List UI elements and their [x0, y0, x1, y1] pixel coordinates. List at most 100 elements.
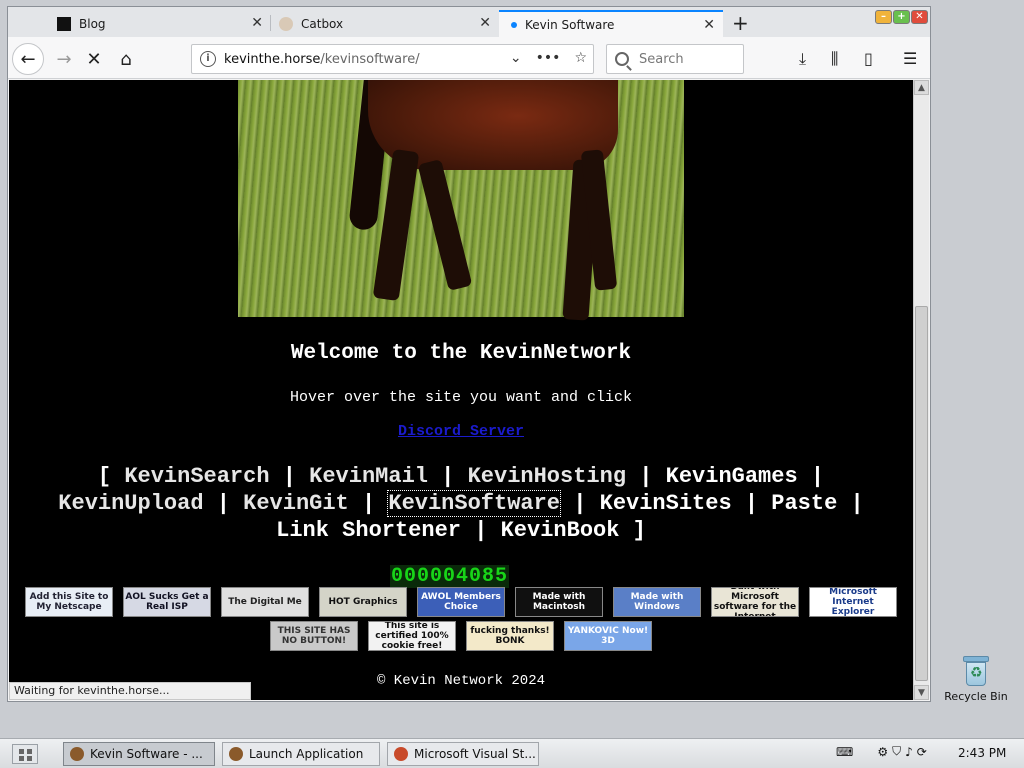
stop-x-icon: ✕	[86, 48, 102, 70]
badge-row-1: Add this Site to My Netscape AOL Sucks G…	[25, 587, 897, 618]
navigation-toolbar: ← → ✕ ⌂ i kevinthe.horse/kevinsoftware/ …	[8, 37, 930, 79]
home-button[interactable]: ⌂	[112, 45, 140, 73]
update-icon[interactable]: ⟳	[917, 745, 927, 759]
scroll-thumb[interactable]	[915, 306, 928, 681]
link-paste[interactable]: Paste	[771, 491, 837, 516]
taskbar-item-label: Launch Application	[249, 747, 364, 761]
blog-favicon-icon	[57, 16, 71, 31]
badge-no-button[interactable]: THIS SITE HAS NO BUTTON!	[270, 621, 358, 651]
discord-server-link[interactable]: Discord Server	[398, 423, 524, 440]
stop-button[interactable]: ✕	[80, 45, 108, 73]
new-tab-button[interactable]: +	[732, 11, 749, 35]
badge-awol[interactable]: AWOL Members Choice	[417, 587, 505, 617]
horse-app-icon	[70, 747, 84, 761]
minimize-button[interactable]: –	[875, 10, 892, 24]
badge-microsoft[interactable]: Built with Microsoft software for the In…	[711, 587, 799, 617]
link-kevinsites[interactable]: KevinSites	[600, 491, 732, 516]
maximize-button[interactable]: +	[893, 10, 910, 24]
chevron-down-icon[interactable]: ⌄	[510, 50, 522, 66]
visual-studio-icon	[394, 747, 408, 761]
recycle-bin-label: Recycle Bin	[944, 690, 1008, 703]
tab-blog[interactable]: Blog ✕	[49, 10, 271, 37]
badge-aol-sucks[interactable]: AOL Sucks Get a Real ISP	[123, 587, 211, 617]
download-icon[interactable]: ⤓	[799, 49, 806, 69]
horse-app-icon	[229, 747, 243, 761]
tab-strip: Blog ✕ Catbox ✕ Kevin Software ✕ + – + ✕	[8, 7, 930, 37]
scroll-down-icon[interactable]: ▼	[914, 685, 929, 700]
search-input[interactable]: Search	[606, 44, 744, 74]
cat-favicon-icon	[279, 16, 293, 31]
close-icon[interactable]: ✕	[479, 15, 491, 31]
tab-label: Blog	[79, 16, 106, 31]
volume-icon[interactable]: ♪	[905, 745, 913, 759]
link-kevinhosting[interactable]: KevinHosting	[468, 464, 626, 489]
taskbar-item-launch-application[interactable]: Launch Application	[222, 742, 380, 766]
taskbar-item-label: Kevin Software - ...	[90, 747, 203, 761]
close-window-button[interactable]: ✕	[911, 10, 928, 24]
library-icon[interactable]: ⫼	[831, 49, 838, 69]
link-kevinsoftware[interactable]: KevinSoftware	[387, 490, 562, 517]
close-icon[interactable]: ✕	[251, 15, 263, 31]
taskbar-item-label: Microsoft Visual St...	[414, 747, 536, 761]
search-icon	[615, 52, 629, 66]
site-info-icon[interactable]: i	[200, 51, 216, 67]
recycle-bin-shortcut[interactable]: Recycle Bin	[938, 656, 1014, 703]
badge-hot-graphics[interactable]: HOT Graphics	[319, 587, 407, 617]
badge-row-2: THIS SITE HAS NO BUTTON! This site is ce…	[270, 621, 652, 652]
page-actions-icon[interactable]: •••	[536, 50, 561, 66]
taskbar-item-kevin-software[interactable]: Kevin Software - ...	[63, 742, 215, 766]
badge-windows[interactable]: Made with Windows	[613, 587, 701, 617]
tab-kevin-software[interactable]: Kevin Software ✕	[499, 10, 723, 37]
badge-netscape[interactable]: Add this Site to My Netscape	[25, 587, 113, 617]
taskbar: Kevin Software - ... Launch Application …	[0, 738, 1024, 768]
tab-label: Catbox	[301, 16, 344, 31]
clock: 2:43 PM	[958, 746, 1007, 760]
window-controls: – + ✕	[875, 10, 928, 24]
tab-label: Kevin Software	[525, 17, 615, 32]
forward-button[interactable]: →	[50, 45, 78, 73]
taskbar-item-visual-studio[interactable]: Microsoft Visual St...	[387, 742, 539, 766]
arrow-right-icon: →	[56, 48, 72, 70]
link-kevinmail[interactable]: KevinMail	[309, 464, 428, 489]
menu-icon[interactable]: ☰	[903, 49, 917, 68]
back-button[interactable]: ←	[12, 43, 44, 75]
status-bar: Waiting for kevinthe.horse...	[9, 682, 251, 700]
site-links: [ KevinSearch | KevinMail | KevinHosting…	[58, 464, 864, 543]
search-placeholder: Search	[639, 51, 684, 67]
badge-cookie-free[interactable]: This site is certified 100% cookie free!	[368, 621, 456, 651]
bookmark-star-icon[interactable]: ☆	[574, 50, 587, 66]
url-bar[interactable]: i kevinthe.horse/kevinsoftware/ ⌄ ••• ☆	[191, 44, 594, 74]
recycle-bin-icon	[963, 656, 989, 686]
shield-icon[interactable]: ⛉	[892, 744, 901, 759]
browser-window: Blog ✕ Catbox ✕ Kevin Software ✕ + – + ✕…	[7, 6, 931, 702]
badge-yankovic[interactable]: YANKOVIC Now! 3D	[564, 621, 652, 651]
hover-instructions: Hover over the site you want and click	[289, 389, 633, 406]
close-icon[interactable]: ✕	[703, 17, 715, 33]
link-kevinsearch[interactable]: KevinSearch	[124, 464, 269, 489]
badge-digital-me[interactable]: The Digital Me	[221, 587, 309, 617]
url-path: /kevinsoftware/	[320, 51, 420, 67]
vertical-scrollbar[interactable]: ▲ ▼	[913, 80, 929, 700]
hit-counter: 000004085	[390, 565, 510, 588]
tab-catbox[interactable]: Catbox ✕	[271, 10, 499, 37]
system-tray: ⌨ ⚙ ⛉ ♪ ⟳	[836, 744, 927, 759]
badge-thanks[interactable]: fucking thanks! BONK	[466, 621, 554, 651]
link-kevinbook[interactable]: KevinBook	[501, 518, 620, 543]
arrow-left-icon: ←	[20, 48, 36, 70]
network-icon[interactable]: ⚙	[877, 745, 888, 759]
scroll-up-icon[interactable]: ▲	[914, 80, 929, 95]
sidebar-icon[interactable]: ▯	[864, 49, 873, 68]
badge-internet-explorer[interactable]: Microsoft Internet Explorer	[809, 587, 897, 617]
welcome-heading: Welcome to the KevinNetwork	[290, 342, 632, 365]
badge-macintosh[interactable]: Made with Macintosh	[515, 587, 603, 617]
link-kevingames[interactable]: KevinGames	[666, 464, 798, 489]
horse-image	[238, 80, 684, 321]
url-host: kevinthe.horse	[224, 51, 321, 67]
start-button[interactable]	[12, 744, 38, 764]
loading-dot-icon	[511, 21, 517, 28]
keyboard-icon[interactable]: ⌨	[836, 745, 853, 759]
link-kevingit[interactable]: KevinGit	[243, 491, 349, 516]
page-viewport: Welcome to the KevinNetwork Hover over t…	[9, 80, 913, 700]
link-shortener[interactable]: Link Shortener	[276, 518, 461, 543]
link-kevinupload[interactable]: KevinUpload	[58, 491, 203, 516]
